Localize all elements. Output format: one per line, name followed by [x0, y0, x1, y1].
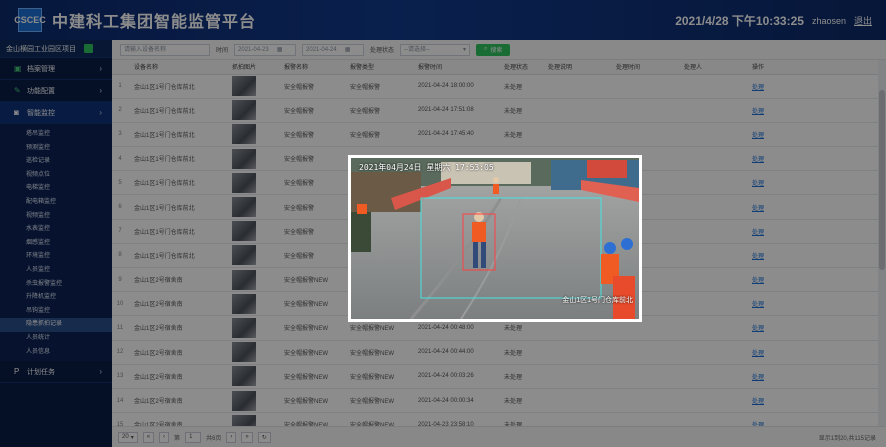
- snapshot-camera-name: 金山1区1号门仓库前北: [562, 297, 633, 304]
- snapshot-image: 2021年04月24日 星期六 17:53:05 金山1区1号门仓库前北: [351, 158, 639, 319]
- snapshot-preview-modal: 2021年04月24日 星期六 17:53:05 金山1区1号门仓库前北: [348, 155, 642, 322]
- snapshot-timestamp: 2021年04月24日 星期六 17:53:05: [359, 163, 494, 172]
- app-root: CSCEC 中建科工集团智能监管平台 2021/4/28 下午10:33:25 …: [0, 0, 886, 447]
